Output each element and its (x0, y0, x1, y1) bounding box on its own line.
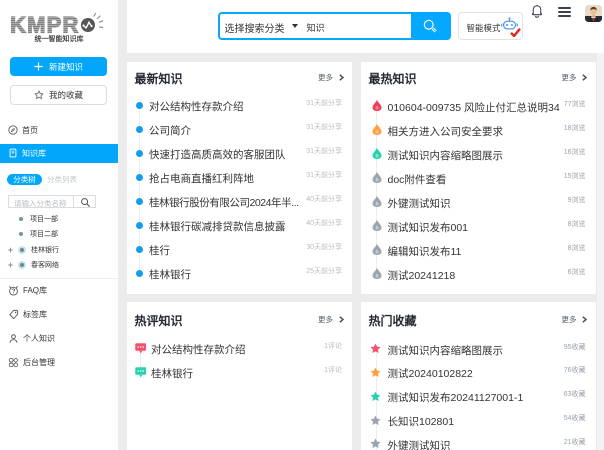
svg-text:KMPR: KMPR (11, 13, 80, 37)
